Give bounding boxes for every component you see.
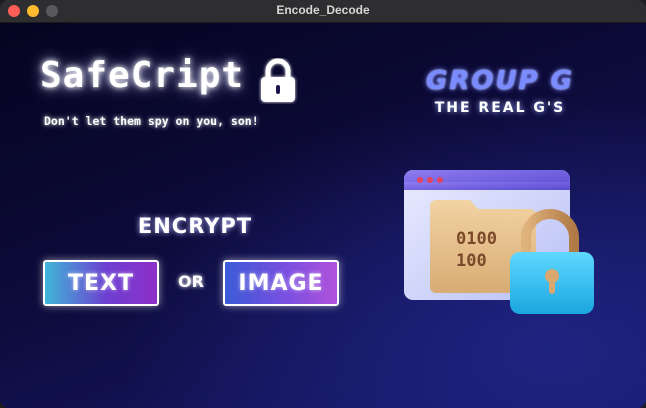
binary-line-2: 100	[456, 251, 487, 271]
or-label: OR	[178, 272, 204, 291]
encrypt-heading: ENCRYPT	[137, 214, 253, 238]
encrypt-text-button[interactable]: TEXT	[43, 260, 159, 306]
brand-name: SafeCript	[40, 55, 245, 96]
app-window: Encode_Decode SafeCript Don't let them s…	[0, 0, 646, 408]
brand-tagline: Don't let them spy on you, son!	[44, 114, 259, 128]
window-title: Encode_Decode	[276, 3, 370, 17]
title-bar[interactable]: Encode_Decode	[0, 0, 646, 23]
binary-line-1: 0100	[456, 229, 497, 249]
group-subtitle: THE REAL G'S	[434, 100, 566, 116]
padlock-folder-window-icon: 0100 100	[404, 170, 594, 314]
encrypt-image-button[interactable]: IMAGE	[223, 260, 339, 306]
lock-icon	[261, 58, 295, 102]
group-title: GROUP G	[425, 66, 575, 96]
